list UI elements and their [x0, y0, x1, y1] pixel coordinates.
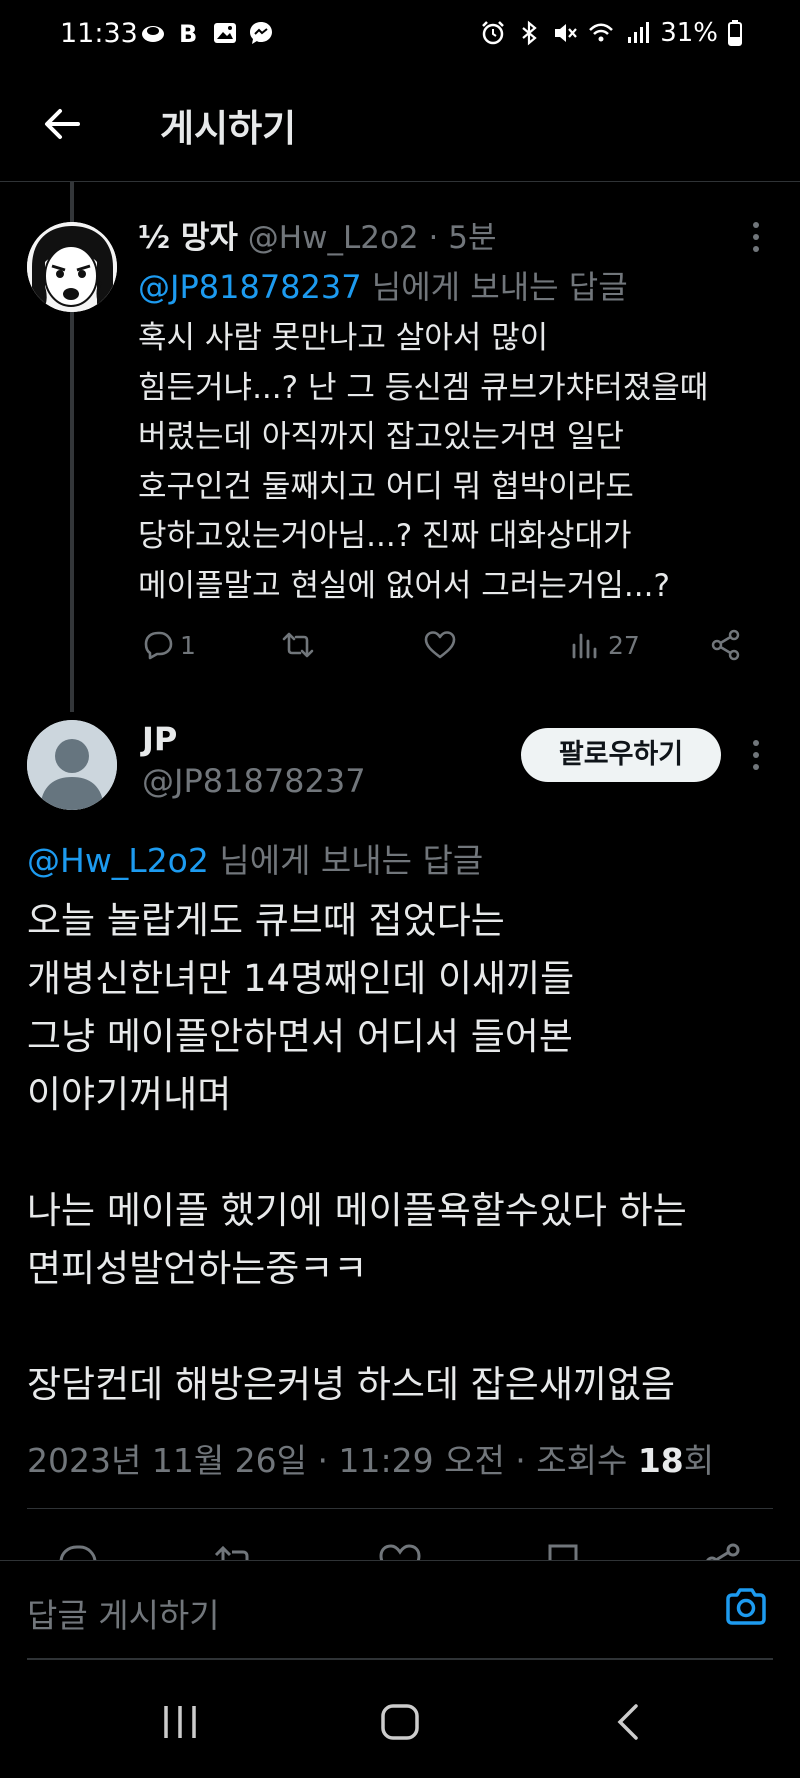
reply-icon[interactable] [55, 1540, 101, 1560]
alarm-icon [482, 21, 505, 45]
home-icon[interactable] [378, 1702, 422, 1742]
parent-author-avatar[interactable] [27, 222, 117, 312]
battery-percent: 31% [660, 18, 718, 48]
status-bar: 11:33 B 31% [0, 0, 800, 72]
tweet-metadata: 2023년 11월 26일 · 11:29 오전 · 조회수 18회 [27, 1434, 714, 1482]
heart-icon[interactable] [377, 1540, 423, 1560]
parent-time: · 5분 [428, 220, 497, 256]
main-reply-context: @Hw_L2o2 님에게 보내는 답글 [27, 834, 483, 882]
more-options-icon[interactable] [748, 738, 764, 772]
back-arrow-icon[interactable] [38, 100, 86, 148]
b-icon: B [179, 20, 197, 46]
parent-tweet-actions: 1 27 [138, 627, 758, 667]
threads-icon [142, 26, 164, 42]
like-button[interactable] [422, 627, 458, 663]
analytics-icon [572, 633, 597, 659]
view-count: 27 [608, 630, 640, 660]
gallery-icon [214, 23, 236, 43]
wifi-icon [589, 23, 614, 42]
recent-apps-icon[interactable] [158, 1702, 202, 1742]
tweet-text-line: 호구인건 둘째치고 어디 뭐 협박이라도 [138, 468, 634, 505]
main-tweet-text: 오늘 놀랍게도 큐브때 접었다는 개병신한녀만 14명째인데 이새끼들 그냥 메… [27, 899, 687, 1406]
tweet-view-count: 18 [637, 1441, 684, 1480]
reply-count: 1 [180, 630, 196, 660]
reply-context-suffix: 님에게 보내는 답글 [361, 268, 628, 306]
back-nav-icon[interactable] [608, 1702, 652, 1742]
messenger-icon [250, 22, 272, 44]
main-display-name[interactable]: JP [142, 720, 177, 758]
main-author-avatar[interactable] [27, 720, 117, 810]
reply-icon [144, 631, 173, 660]
signal-icon [628, 22, 650, 43]
tweet-view-suffix: 회 [683, 1441, 715, 1480]
reply-context-suffix: 님에게 보내는 답글 [208, 841, 484, 880]
reply-input[interactable]: 답글 게시하기 [27, 1589, 220, 1637]
camera-icon[interactable] [722, 1583, 770, 1631]
tweet-text-line: 버렸는데 아직까지 잡고있는거면 일단 [138, 419, 624, 455]
share-icon[interactable] [700, 1540, 746, 1560]
share-button[interactable] [708, 627, 744, 663]
tweet-text-line: 당하고있는거아님...? 진짜 대화상대가 [138, 518, 632, 554]
reply-button[interactable]: 1 [140, 627, 196, 663]
tweet-text-line: 메이플말고 현실에 없어서 그러는거임...? [138, 567, 670, 604]
status-time: 11:33 [60, 18, 138, 49]
parent-tweet-text: 혹시 사람 못만나고 살아서 많이 힘든거냐...? 난 그 등신겜 큐브가챠터… [138, 314, 778, 611]
reply-mention-link[interactable]: @JP81878237 [138, 268, 362, 306]
page-title: 게시하기 [160, 107, 297, 150]
system-navigation-bar [0, 1660, 800, 1778]
notification-icons: B [140, 20, 274, 46]
parent-tweet-header: ½ 망자 @Hw_L2o2 · 5분 [138, 212, 496, 257]
main-handle[interactable]: @JP81878237 [142, 762, 366, 800]
tweet-text-line: 힘든거냐...? 난 그 등신겜 큐브가챠터졌을때 [138, 369, 709, 406]
top-app-bar: 게시하기 [0, 72, 800, 182]
retweet-icon [282, 632, 314, 658]
retweet-button[interactable] [280, 627, 316, 663]
views-button[interactable]: 27 [568, 627, 640, 663]
default-profile-icon [27, 720, 117, 810]
tweet-text-line: 혹시 사람 못만나고 살아서 많이 [138, 320, 549, 356]
battery-icon [728, 20, 742, 46]
main-tweet-actions [0, 1530, 800, 1560]
parent-handle[interactable]: @Hw_L2o2 [248, 220, 419, 256]
parent-reply-context: @JP81878237 님에게 보내는 답글 [138, 262, 628, 308]
heart-icon [424, 631, 456, 659]
mute-icon [555, 24, 578, 42]
reply-mention-link[interactable]: @Hw_L2o2 [27, 841, 209, 880]
bluetooth-icon [522, 20, 537, 46]
retweet-icon[interactable] [212, 1540, 258, 1560]
tweet-timestamp: 2023년 11월 26일 · 11:29 오전 · 조회수 [27, 1441, 638, 1480]
more-options-icon[interactable] [748, 220, 764, 254]
share-icon [711, 629, 740, 661]
follow-button[interactable]: 팔로우하기 [521, 728, 721, 782]
parent-display-name[interactable]: ½ 망자 [138, 220, 238, 256]
system-icons: 31% [480, 18, 742, 48]
divider [27, 1508, 773, 1509]
reply-composer: 답글 게시하기 [0, 1560, 800, 1660]
manga-face-avatar [27, 222, 117, 312]
bookmark-icon[interactable] [540, 1540, 586, 1560]
svg-text:B: B [179, 20, 197, 46]
